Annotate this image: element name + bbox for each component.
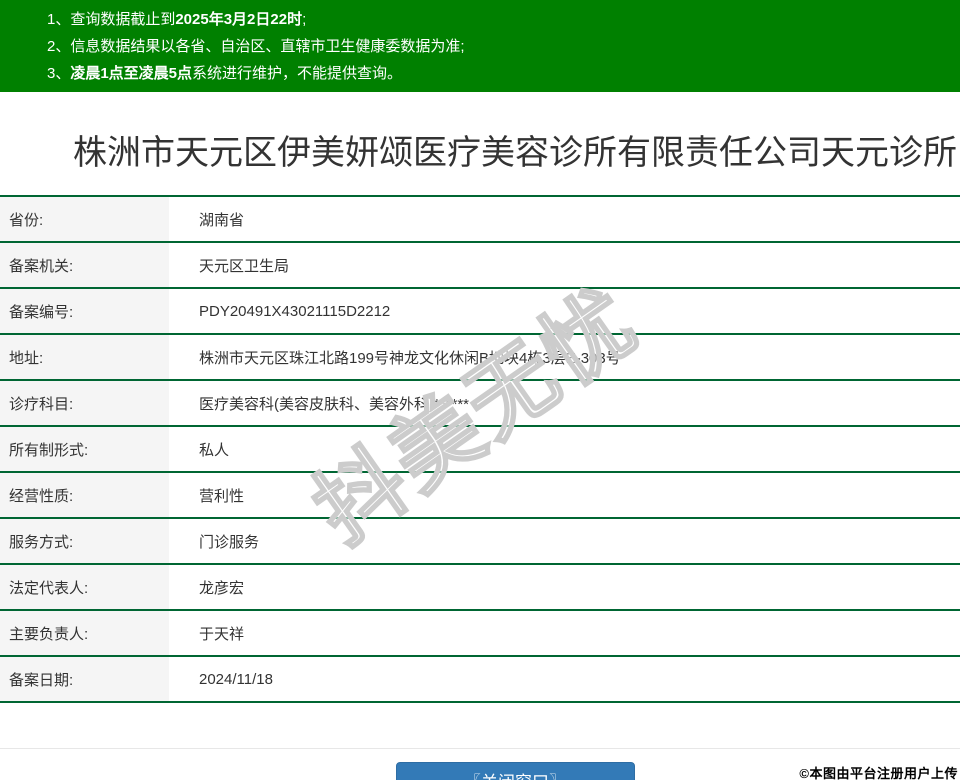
row-value: 2024/11/18 (169, 656, 960, 703)
row-value: 于天祥 (169, 610, 960, 657)
row-label: 地址: (0, 334, 169, 381)
row-value: 营利性 (169, 472, 960, 519)
copyright-note: ©本图由平台注册用户上传 (799, 766, 958, 780)
content-container: 株洲市天元区伊美妍颂医疗美容诊所有限责任公司天元诊所 省份: 湖南省 备案机关:… (0, 92, 960, 780)
notice-3-pre: 3、 (47, 65, 71, 82)
table-row: 法定代表人: 龙彦宏 (0, 564, 960, 611)
table-row: 备案日期: 2024/11/18 (0, 656, 960, 703)
notice-1-post: ; (302, 11, 307, 28)
notice-bar: 1、查询数据截止到2025年3月2日22时; 2、信息数据结果以各省、自治区、直… (0, 0, 960, 92)
row-value: 天元区卫生局 (169, 242, 960, 289)
table-row: 经营性质: 营利性 (0, 472, 960, 519)
row-label: 诊疗科目: (0, 380, 169, 427)
table-row: 备案编号: PDY20491X43021115D2212 (0, 288, 960, 335)
table-row: 省份: 湖南省 (0, 196, 960, 243)
row-label: 省份: (0, 196, 169, 243)
row-label: 备案编号: (0, 288, 169, 335)
row-label: 主要负责人: (0, 610, 169, 657)
footer-divider (0, 748, 960, 749)
row-value: 医疗美容科(美容皮肤科、美容外科)****** (169, 380, 960, 427)
notice-3-post: 系统进行维护，不能提供查询。 (192, 65, 403, 82)
table-row: 地址: 株洲市天元区珠江北路199号神龙文化休闲B地块4栋3层E-303号 (0, 334, 960, 381)
table-row: 诊疗科目: 医疗美容科(美容皮肤科、美容外科)****** (0, 380, 960, 427)
row-label: 法定代表人: (0, 564, 169, 611)
institution-info-table: 省份: 湖南省 备案机关: 天元区卫生局 备案编号: PDY20491X4302… (0, 195, 960, 703)
row-value: PDY20491X43021115D2212 (169, 288, 960, 335)
row-label: 备案日期: (0, 656, 169, 703)
notice-line-1: 1、查询数据截止到2025年3月2日22时; (47, 6, 950, 33)
row-value: 龙彦宏 (169, 564, 960, 611)
close-window-button[interactable]: 〖关闭窗口〗 (395, 762, 635, 780)
table-row: 服务方式: 门诊服务 (0, 518, 960, 565)
row-value: 湖南省 (169, 196, 960, 243)
row-label: 所有制形式: (0, 426, 169, 473)
row-label: 备案机关: (0, 242, 169, 289)
notice-1-bold: 2025年3月2日22时 (175, 11, 303, 28)
registration-result-page: 1、查询数据截止到2025年3月2日22时; 2、信息数据结果以各省、自治区、直… (0, 0, 960, 780)
notice-1-pre: 1、查询数据截止到 (47, 11, 176, 28)
row-value: 门诊服务 (169, 518, 960, 565)
notice-line-2: 2、信息数据结果以各省、自治区、直辖市卫生健康委数据为准; (47, 33, 950, 60)
notice-line-3: 3、凌晨1点至凌晨5点系统进行维护，不能提供查询。 (47, 60, 950, 87)
notice-3-bold: 凌晨1点至凌晨5点 (70, 65, 193, 82)
table-row: 主要负责人: 于天祥 (0, 610, 960, 657)
table-row: 所有制形式: 私人 (0, 426, 960, 473)
row-label: 经营性质: (0, 472, 169, 519)
row-value: 私人 (169, 426, 960, 473)
row-value: 株洲市天元区珠江北路199号神龙文化休闲B地块4栋3层E-303号 (169, 334, 960, 381)
page-title: 株洲市天元区伊美妍颂医疗美容诊所有限责任公司天元诊所 (73, 134, 957, 172)
row-label: 服务方式: (0, 518, 169, 565)
notice-2-pre: 2、信息数据结果以各省、自治区、直辖市卫生健康委数据为准; (47, 38, 465, 55)
table-row: 备案机关: 天元区卫生局 (0, 242, 960, 289)
